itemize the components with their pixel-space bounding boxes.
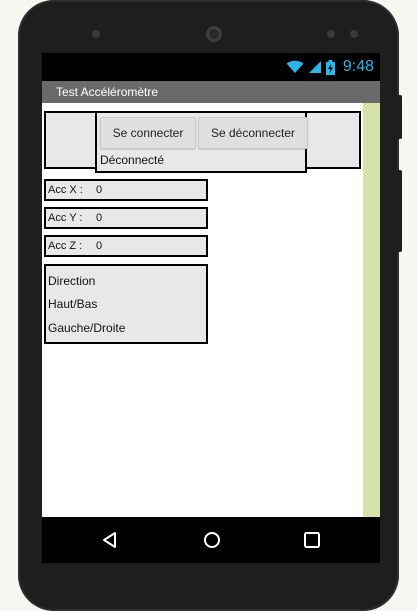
home-icon[interactable] — [202, 530, 222, 550]
sensor-dot — [327, 30, 335, 38]
side-strip — [363, 103, 380, 517]
battery-charging-icon — [325, 59, 335, 75]
connection-inner-panel: Se connecter Se déconnecter Déconnecté — [95, 111, 308, 173]
recents-icon[interactable] — [302, 530, 322, 550]
app-title-bar: Test Accéléromètre — [42, 81, 380, 103]
acc-z-value: 0 — [96, 240, 103, 252]
speaker-dot — [92, 30, 100, 38]
sensor-dot-2 — [350, 30, 358, 38]
direction-vertical: Haut/Bas — [48, 297, 98, 311]
acc-z-box: Acc Z : 0 — [44, 235, 208, 257]
phone-side-button — [397, 95, 402, 139]
connect-button-label: Se connecter — [112, 126, 184, 140]
direction-horizontal: Gauche/Droite — [48, 321, 126, 335]
front-camera — [206, 26, 222, 42]
acc-x-value: 0 — [96, 184, 103, 196]
acc-y-value: 0 — [96, 212, 103, 224]
disconnect-button[interactable]: Se déconnecter — [198, 117, 308, 149]
acc-x-box: Acc X : 0 — [44, 179, 208, 201]
signal-icon — [308, 61, 321, 73]
phone-volume-button — [397, 170, 402, 252]
acc-z-label: Acc Z : — [48, 240, 83, 252]
direction-title: Direction — [48, 274, 96, 288]
connect-button[interactable]: Se connecter — [100, 117, 196, 149]
app-screen: Se connecter Se déconnecter Déconnecté A… — [42, 103, 380, 517]
acc-y-box: Acc Y : 0 — [44, 207, 208, 229]
back-icon[interactable] — [100, 530, 120, 550]
nav-bar — [42, 517, 380, 563]
disconnect-button-label: Se déconnecter — [210, 126, 296, 140]
connection-status: Déconnecté — [100, 153, 165, 167]
app-title: Test Accéléromètre — [56, 85, 159, 99]
acc-y-label: Acc Y : — [48, 212, 83, 224]
wifi-icon — [286, 60, 304, 73]
status-clock: 9:48 — [342, 58, 374, 75]
status-bar: 9:48 — [42, 53, 380, 81]
acc-x-label: Acc X : — [48, 184, 83, 196]
direction-box: Direction Haut/Bas Gauche/Droite — [44, 264, 208, 344]
